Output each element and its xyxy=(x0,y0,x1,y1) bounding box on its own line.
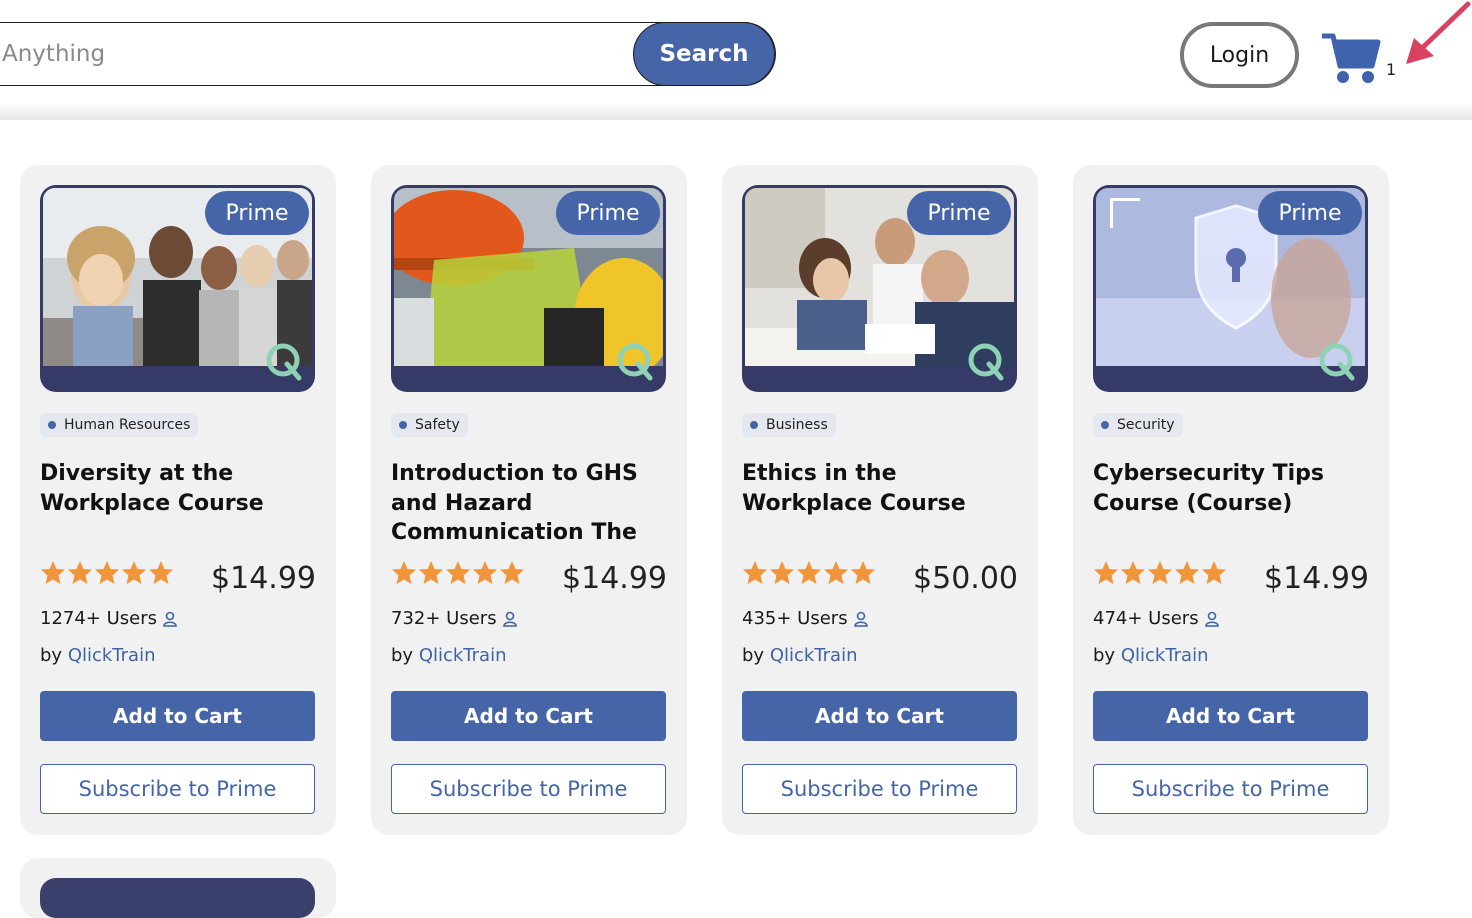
category-label: Security xyxy=(1117,417,1175,433)
login-button[interactable]: Login xyxy=(1180,22,1299,88)
course-card-partial[interactable] xyxy=(20,858,336,918)
course-thumbnail[interactable]: Prime xyxy=(40,185,315,392)
course-thumbnail[interactable]: Prime xyxy=(391,185,666,392)
star-rating-icon xyxy=(743,561,875,584)
category-label: Human Resources xyxy=(64,417,191,433)
category-label: Business xyxy=(766,417,828,433)
user-icon xyxy=(163,611,177,627)
course-title[interactable]: Diversity at the Workplace Course xyxy=(40,459,320,518)
cart-count-badge: 1 xyxy=(1386,60,1397,79)
category-dot-icon xyxy=(399,421,407,429)
author-link[interactable]: QlickTrain xyxy=(1121,645,1209,666)
search-input[interactable] xyxy=(2,35,602,73)
course-title[interactable]: Cybersecurity Tips Course (Course) xyxy=(1093,459,1373,518)
prime-badge: Prime xyxy=(907,191,1011,235)
add-to-cart-button[interactable]: Add to Cart xyxy=(742,691,1017,741)
star-rating-icon xyxy=(392,561,524,584)
qlicktrain-logo-icon xyxy=(617,343,653,381)
course-thumbnail[interactable]: Prime xyxy=(742,185,1017,392)
annotation-arrow-icon xyxy=(1406,1,1471,64)
search-button[interactable]: Search xyxy=(633,22,775,86)
by-label: by xyxy=(1093,645,1116,666)
category-tag: Security xyxy=(1093,413,1183,437)
enrolled-users: 732+ Users xyxy=(391,608,517,629)
author-link[interactable]: QlickTrain xyxy=(770,645,858,666)
users-count: 435+ Users xyxy=(742,608,848,629)
author-link[interactable]: QlickTrain xyxy=(419,645,507,666)
subscribe-prime-button[interactable]: Subscribe to Prime xyxy=(391,764,666,814)
prime-badge: Prime xyxy=(205,191,309,235)
star-rating-icon xyxy=(1094,561,1226,584)
category-tag: Business xyxy=(742,413,836,437)
users-count: 1274+ Users xyxy=(40,608,158,629)
add-to-cart-button[interactable]: Add to Cart xyxy=(40,691,315,741)
course-author: by QlickTrain xyxy=(742,645,858,666)
add-to-cart-button[interactable]: Add to Cart xyxy=(1093,691,1368,741)
by-label: by xyxy=(742,645,765,666)
by-label: by xyxy=(40,645,63,666)
course-title[interactable]: Introduction to GHS and Hazard Communica… xyxy=(391,459,671,548)
subscribe-prime-button[interactable]: Subscribe to Prime xyxy=(1093,764,1368,814)
add-to-cart-button[interactable]: Add to Cart xyxy=(391,691,666,741)
enrolled-users: 474+ Users xyxy=(1093,608,1219,629)
course-author: by QlickTrain xyxy=(40,645,156,666)
course-card[interactable]: Prime Safety Introduction to GHS and Haz… xyxy=(371,165,687,835)
course-thumbnail-partial xyxy=(40,878,315,918)
course-price: $14.99 xyxy=(211,561,316,596)
course-card[interactable]: Prime Security Cybersecurity Tips Course… xyxy=(1073,165,1389,835)
category-dot-icon xyxy=(1101,421,1109,429)
category-label: Safety xyxy=(415,417,460,433)
header-divider xyxy=(0,104,1472,120)
top-header: Search Login 1 xyxy=(0,0,1472,110)
shopping-cart-icon[interactable] xyxy=(1320,30,1382,86)
course-card[interactable]: Prime Human Resources Diversity at the W… xyxy=(20,165,336,835)
category-tag: Human Resources xyxy=(40,413,199,437)
by-label: by xyxy=(391,645,414,666)
category-tag: Safety xyxy=(391,413,468,437)
qlicktrain-logo-icon xyxy=(266,343,302,381)
enrolled-users: 1274+ Users xyxy=(40,608,177,629)
category-dot-icon xyxy=(750,421,758,429)
course-price: $14.99 xyxy=(562,561,667,596)
course-thumbnail[interactable]: Prime xyxy=(1093,185,1368,392)
users-count: 732+ Users xyxy=(391,608,497,629)
course-author: by QlickTrain xyxy=(391,645,507,666)
course-title[interactable]: Ethics in the Workplace Course xyxy=(742,459,1022,518)
subscribe-prime-button[interactable]: Subscribe to Prime xyxy=(742,764,1017,814)
course-price: $50.00 xyxy=(913,561,1018,596)
user-icon xyxy=(853,611,868,627)
enrolled-users: 435+ Users xyxy=(742,608,868,629)
qlicktrain-logo-icon xyxy=(1319,343,1355,381)
user-icon xyxy=(1204,611,1219,627)
author-link[interactable]: QlickTrain xyxy=(68,645,156,666)
prime-badge: Prime xyxy=(1258,191,1362,235)
subscribe-prime-button[interactable]: Subscribe to Prime xyxy=(40,764,315,814)
course-author: by QlickTrain xyxy=(1093,645,1209,666)
category-dot-icon xyxy=(48,421,56,429)
users-count: 474+ Users xyxy=(1093,608,1199,629)
user-icon xyxy=(502,611,517,627)
star-rating-icon xyxy=(41,561,173,584)
course-card[interactable]: Prime Business Ethics in the Workplace C… xyxy=(722,165,1038,835)
course-price: $14.99 xyxy=(1264,561,1369,596)
qlicktrain-logo-icon xyxy=(968,343,1004,381)
prime-badge: Prime xyxy=(556,191,660,235)
